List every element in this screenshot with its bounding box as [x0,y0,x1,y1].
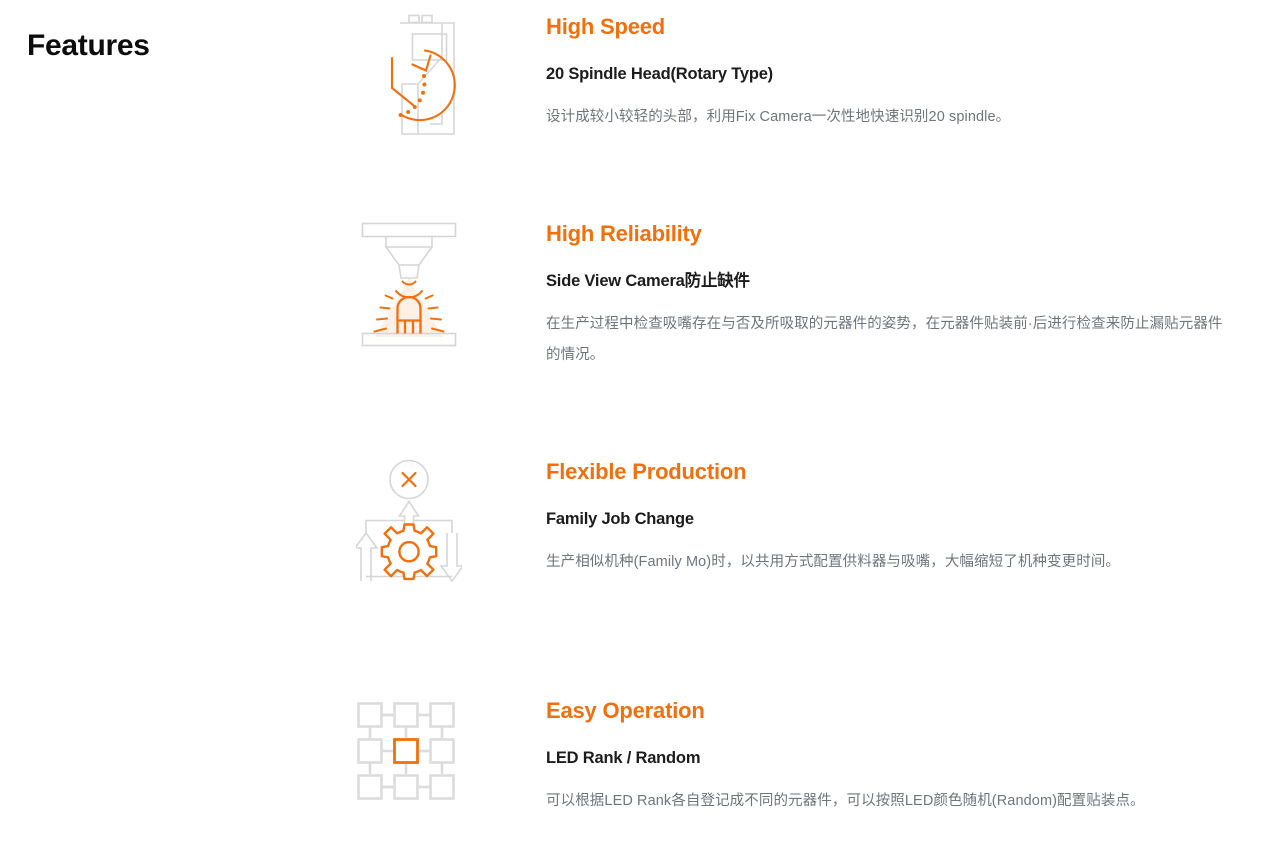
feature-description: 在生产过程中检查吸嘴存在与否及所吸取的元器件的姿势，在元器件贴装前·后进行检查来… [546,316,1223,363]
feature-description: 设计成较小较轻的头部，利用Fix Camera一次性地快速识别20 spindl… [546,109,1011,125]
feature-text-cell: Easy Operation LED Rank / Random 可以根据LED… [465,698,1225,817]
feature-icon-cell [0,459,465,593]
feature-category: Flexible Production [546,459,747,484]
led-rank-grid-icon [357,702,455,800]
feature-icon-cell [0,12,465,142]
feature-row: High Reliability Side View Camera防止缺件 在生… [0,221,1270,371]
feature-subtitle: Side View Camera防止缺件 [546,272,750,290]
feature-description: 可以根据LED Rank各自登记成不同的元器件，可以按照LED颜色随机(Rand… [546,793,1145,809]
highlighted-grid-cell [393,738,419,764]
feature-row: Easy Operation LED Rank / Random 可以根据LED… [0,698,1270,817]
nozzle-led-inspection-icon [361,222,457,347]
feature-text-cell: High Reliability Side View Camera防止缺件 在生… [465,221,1225,371]
feature-row: High Speed 20 Spindle Head(Rotary Type) … [0,12,1270,142]
feature-category: High Speed [546,14,666,39]
feature-category: Easy Operation [546,698,705,723]
gear-loop-arrows-icon [356,459,462,583]
feature-text-cell: Flexible Production Family Job Change 生产… [465,459,1225,578]
feature-icon-cell [0,698,465,808]
feature-text-cell: High Speed 20 Spindle Head(Rotary Type) … [465,12,1225,133]
clock-machine-icon [390,14,456,135]
feature-description: 生产相似机种(Family Mo)时，以共用方式配置供料器与吸嘴，大幅缩短了机种… [546,554,1121,570]
feature-subtitle: 20 Spindle Head(Rotary Type) [546,65,773,83]
feature-subtitle: Family Job Change [546,510,694,528]
feature-row: Flexible Production Family Job Change 生产… [0,459,1270,593]
feature-category: High Reliability [546,221,702,246]
feature-subtitle: LED Rank / Random [546,749,701,767]
feature-icon-cell [0,221,465,351]
